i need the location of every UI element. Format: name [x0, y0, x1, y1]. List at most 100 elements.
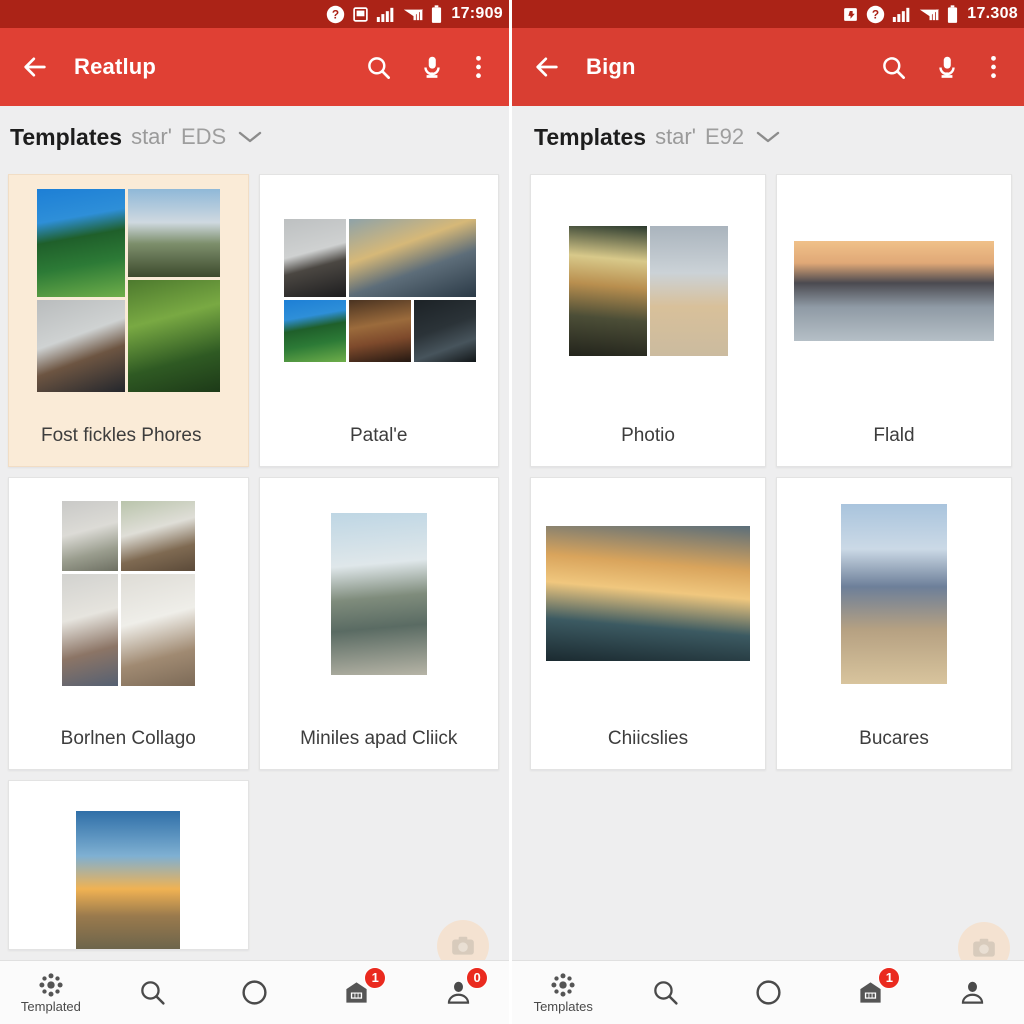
collage-tile — [36, 189, 125, 297]
collage-tile — [36, 300, 125, 392]
store-update-badge: 1 — [364, 966, 387, 989]
bottom-navigation-bar: Templates 1 — [512, 960, 1024, 1024]
template-grid: Fost fickles Phores Patal'e Borlnen Coll… — [0, 168, 509, 960]
circle-icon — [754, 978, 783, 1007]
circle-icon — [240, 978, 269, 1007]
collage-tile — [330, 512, 427, 675]
overflow-menu-icon[interactable] — [461, 42, 495, 92]
status-bar: ? 17:909 — [0, 0, 509, 28]
section-subtitle-1: star' — [131, 124, 172, 149]
section-title: Templates — [534, 123, 647, 150]
section-header[interactable]: Templates star' EDS — [0, 106, 509, 168]
signal-bars-icon — [376, 6, 396, 23]
nav-item-search[interactable] — [102, 961, 204, 1024]
tablet-icon — [352, 6, 369, 23]
template-card-label: Photio — [621, 425, 675, 446]
template-card[interactable]: Photio — [530, 174, 766, 467]
template-preview — [260, 175, 499, 406]
battery-icon — [947, 4, 958, 24]
nav-item-profile[interactable] — [922, 961, 1024, 1024]
template-card[interactable]: Fost fickles Phores — [8, 174, 249, 467]
template-card[interactable]: Miniles apad Cliick — [258, 477, 499, 770]
section-subtitle-2: EDS — [180, 124, 227, 149]
collage-tile — [794, 240, 994, 341]
search-icon[interactable] — [868, 42, 918, 92]
nav-item-profile[interactable]: 0 — [407, 961, 509, 1024]
collage-tile — [61, 574, 118, 686]
templates-burst-icon — [550, 972, 576, 998]
template-card[interactable]: Flald — [776, 174, 1012, 467]
nav-item-templates[interactable]: Templates — [512, 961, 614, 1024]
section-header[interactable]: Templates star' E92 — [512, 106, 1024, 168]
search-icon — [138, 978, 167, 1007]
status-bar-clock: 17.308 — [967, 5, 1018, 22]
template-card[interactable]: Borlnen Collago — [8, 477, 249, 770]
nav-item-circle[interactable] — [204, 961, 306, 1024]
nav-item-templates[interactable]: Templated — [0, 961, 102, 1024]
search-icon[interactable] — [353, 42, 403, 92]
nav-label-templates: Templates — [533, 998, 593, 1014]
sdcard-icon — [842, 6, 859, 23]
phone-screen-right: ? 17.308 Bign Templates star' E92 Photio… — [512, 0, 1024, 1024]
collage-tile — [413, 300, 476, 362]
microphone-icon[interactable] — [922, 42, 972, 92]
collage-tile — [348, 219, 476, 297]
help-icon: ? — [326, 5, 345, 24]
collage-tile — [841, 503, 947, 684]
help-icon: ? — [866, 5, 885, 24]
phone-screen-left: ? 17:909 Reatlup Templates star' EDS Fos… — [0, 0, 512, 1024]
svg-text:?: ? — [332, 7, 339, 21]
template-card[interactable]: Chiicslies — [530, 477, 766, 770]
nav-item-search[interactable] — [614, 961, 716, 1024]
collage-tile — [348, 300, 411, 362]
app-bar-title: Reatlup — [74, 54, 157, 79]
collage-tile — [120, 501, 195, 571]
template-preview — [9, 175, 248, 406]
section-subtitle-1: star' — [655, 124, 696, 149]
collage-tile — [61, 501, 118, 571]
collage-tile — [649, 225, 728, 356]
template-card-label: Miniles apad Cliick — [300, 728, 458, 749]
nav-item-store[interactable]: 1 — [819, 961, 921, 1024]
template-card-label: Fost fickles Phores — [41, 425, 202, 446]
template-card-label: Flald — [873, 425, 915, 446]
app-bar-title: Bign — [586, 54, 636, 79]
collage-tile — [283, 219, 346, 297]
signal-bars-icon — [892, 6, 912, 23]
bottom-navigation-bar: Templated 1 0 — [0, 960, 509, 1024]
section-title: Templates — [10, 123, 123, 150]
store-update-badge: 1 — [878, 966, 901, 989]
collage-tile — [127, 280, 220, 392]
chevron-down-icon[interactable] — [755, 129, 781, 145]
arrow-back-icon[interactable] — [524, 44, 570, 90]
template-card[interactable]: Bucares — [776, 477, 1012, 770]
template-card[interactable]: Patal'e — [258, 174, 499, 467]
templates-burst-icon — [38, 972, 64, 998]
arrow-back-icon[interactable] — [12, 44, 58, 90]
template-preview — [260, 478, 499, 709]
microphone-icon[interactable] — [407, 42, 457, 92]
template-card[interactable] — [8, 780, 249, 950]
overflow-menu-icon[interactable] — [976, 42, 1010, 92]
nav-item-circle[interactable] — [717, 961, 819, 1024]
template-grid: Photio Flald Chiicslies Bucares — [512, 168, 1024, 960]
collage-tile — [283, 300, 346, 362]
chevron-down-icon[interactable] — [237, 129, 263, 145]
template-preview — [9, 781, 248, 949]
battery-icon — [431, 4, 442, 24]
profile-badge: 0 — [466, 966, 489, 989]
search-icon — [651, 978, 680, 1007]
collage-tile — [546, 526, 750, 661]
mobile-data-icon — [403, 7, 424, 22]
template-preview — [777, 175, 1011, 406]
template-preview — [9, 478, 248, 709]
section-subtitle-2: E92 — [704, 124, 745, 149]
template-card-label: Chiicslies — [607, 728, 689, 749]
nav-item-store[interactable]: 1 — [305, 961, 407, 1024]
collage-tile — [120, 574, 195, 686]
nav-label-templates: Templated — [20, 998, 81, 1014]
app-bar: Reatlup — [0, 28, 509, 106]
collage-tile — [568, 225, 647, 356]
template-preview — [777, 478, 1011, 709]
template-preview — [531, 175, 765, 406]
